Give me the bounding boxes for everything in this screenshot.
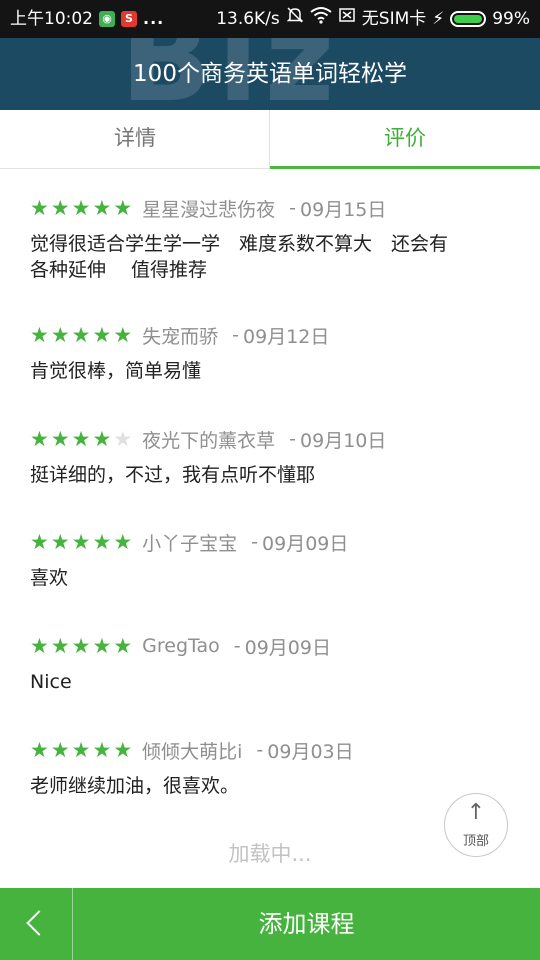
separator: - (233, 635, 241, 657)
review-date: 09月15日 (300, 198, 387, 221)
separator: - (251, 531, 259, 553)
star-filled-icon: ★ (92, 427, 112, 451)
page-title: 100个商务英语单词轻松学 (133, 61, 407, 87)
reviewer-name: 小丫子宝宝 (142, 532, 238, 555)
separator: - (289, 197, 297, 219)
reviewer-name: GregTao (142, 635, 220, 657)
star-filled-icon: ★ (30, 196, 49, 220)
star-empty-icon: ★ (113, 427, 133, 451)
star-rating: ★ ★ ★ ★ ★ (30, 635, 132, 657)
battery-icon (450, 11, 487, 27)
tab-divider (269, 110, 270, 168)
sim-status: 无SIM卡 (361, 9, 427, 29)
review-date: 09月12日 (243, 325, 330, 348)
star-filled-icon: ★ (92, 323, 112, 347)
review-date: 09月09日 (262, 532, 349, 555)
star-filled-icon: ★ (92, 196, 112, 220)
star-filled-icon: ★ (30, 427, 49, 451)
status-time: 上午10:02 (10, 9, 93, 29)
star-filled-icon: ★ (30, 634, 49, 658)
star-filled-icon: ★ (113, 196, 133, 220)
back-to-top-button[interactable]: ↑ 顶部 (444, 793, 508, 857)
star-filled-icon: ★ (71, 323, 91, 347)
star-filled-icon: ★ (30, 738, 49, 762)
app-notification-icon: S (121, 11, 137, 27)
star-filled-icon: ★ (71, 634, 91, 658)
reviewer-name: 失宠而骄 (142, 325, 219, 348)
star-filled-icon: ★ (113, 634, 133, 658)
review-item: ★ ★ ★ ★ ★ 倾倾大萌比i - 09月03日 老师继续加油，很喜欢。 (30, 735, 510, 799)
back-button[interactable] (0, 888, 73, 960)
tab-reviews[interactable]: 评价 (270, 110, 540, 169)
review-item: ★ ★ ★ ★ ★ 失宠而骄 - 09月12日 肯觉很棒，简单易懂 (30, 320, 510, 384)
app-header: Biz 100个商务英语单词轻松学 (0, 38, 540, 110)
review-item: ★ ★ ★ ★ ★ 小丫子宝宝 - 09月09日 喜欢 (30, 527, 510, 591)
star-filled-icon: ★ (92, 634, 112, 658)
review-date: 09月09日 (244, 636, 331, 659)
star-rating: ★ ★ ★ ★ ★ (30, 428, 132, 450)
star-filled-icon: ★ (71, 738, 91, 762)
charging-icon: ⚡ (432, 9, 445, 29)
review-text: 老师继续加油，很喜欢。 (30, 775, 240, 797)
more-notifications-icon: ... (143, 9, 165, 28)
separator: - (289, 428, 297, 450)
chevron-left-icon (26, 910, 52, 936)
star-filled-icon: ★ (50, 634, 70, 658)
tab-details[interactable]: 详情 (0, 110, 270, 168)
review-text: 挺详细的，不过，我有点听不懂耶 (30, 464, 316, 486)
review-date: 09月03日 (267, 740, 354, 763)
star-filled-icon: ★ (113, 738, 133, 762)
star-rating: ★ ★ ★ ★ ★ (30, 531, 132, 553)
star-filled-icon: ★ (50, 738, 70, 762)
star-filled-icon: ★ (50, 323, 70, 347)
battery-percent: 99% (492, 9, 530, 29)
bottom-bar: 添加课程 (0, 888, 540, 960)
star-rating: ★ ★ ★ ★ ★ (30, 324, 132, 346)
star-filled-icon: ★ (71, 427, 91, 451)
review-text: Nice (30, 671, 72, 693)
star-filled-icon: ★ (71, 530, 91, 554)
review-item: ★ ★ ★ ★ ★ 星星漫过悲伤夜 - 09月15日 觉得很适合学生学一学 难度系数不算… (30, 193, 510, 283)
arrow-up-icon: ↑ (466, 800, 486, 825)
bell-muted-icon (286, 0, 304, 38)
star-filled-icon: ★ (50, 530, 70, 554)
star-filled-icon: ★ (50, 427, 70, 451)
star-rating: ★ ★ ★ ★ ★ (30, 739, 132, 761)
no-sim-icon (338, 0, 356, 38)
star-filled-icon: ★ (30, 530, 49, 554)
star-filled-icon: ★ (71, 196, 91, 220)
app-notification-icon: ◉ (99, 11, 115, 27)
separator: - (256, 739, 264, 761)
star-filled-icon: ★ (113, 323, 133, 347)
star-filled-icon: ★ (92, 738, 112, 762)
reviewer-name: 倾倾大萌比i (142, 740, 243, 763)
review-text: 喜欢 (30, 567, 69, 589)
reviewer-name: 星星漫过悲伤夜 (142, 198, 276, 221)
review-text: 觉得很适合学生学一学 难度系数不算大 还会有 各种延伸 值得推荐 (30, 233, 449, 281)
review-item: ★ ★ ★ ★ ★ 夜光下的薰衣草 - 09月10日 挺详细的，不过，我有点听不懂耶 (30, 424, 510, 488)
review-date: 09月10日 (300, 429, 387, 452)
back-to-top-label: 顶部 (462, 834, 489, 849)
separator: - (232, 324, 240, 346)
star-filled-icon: ★ (50, 196, 70, 220)
review-item: ★ ★ ★ ★ ★ GregTao - 09月09日 Nice (30, 631, 510, 695)
star-filled-icon: ★ (30, 323, 49, 347)
add-course-button[interactable]: 添加课程 (73, 888, 540, 960)
wifi-icon (310, 0, 332, 38)
star-filled-icon: ★ (92, 530, 112, 554)
status-bar: 上午10:02 ◉ S ... 13.6K/s 无SIM卡 ⚡ 99% (0, 0, 540, 38)
review-text: 肯觉很棒，简单易懂 (30, 360, 202, 382)
star-filled-icon: ★ (113, 530, 133, 554)
network-speed: 13.6K/s (216, 9, 280, 29)
reviewer-name: 夜光下的薰衣草 (142, 429, 276, 452)
tab-bar: 详情 评价 (0, 110, 540, 169)
star-rating: ★ ★ ★ ★ ★ (30, 197, 132, 219)
